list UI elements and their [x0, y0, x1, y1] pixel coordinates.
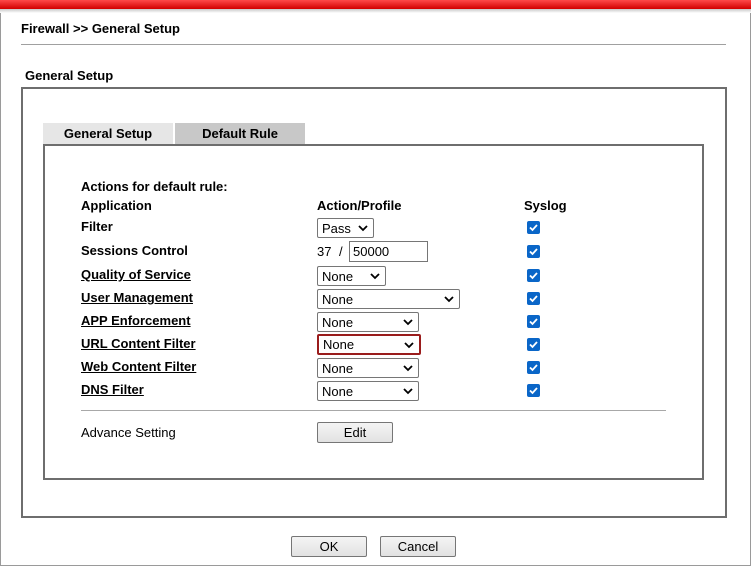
app-enforcement-select[interactable]: None: [317, 312, 419, 332]
sessions-separator: /: [339, 244, 343, 259]
tab-general-setup[interactable]: General Setup: [43, 123, 173, 144]
url-content-filter-link[interactable]: URL Content Filter: [81, 336, 196, 351]
web-content-filter-syslog-checkbox[interactable]: [527, 361, 540, 374]
chevron-down-icon: [404, 341, 414, 348]
user-management-syslog-checkbox[interactable]: [527, 292, 540, 305]
ok-button[interactable]: OK: [291, 536, 367, 557]
actions-heading: Actions for default rule:: [81, 179, 228, 194]
sessions-max-input[interactable]: 50000: [349, 241, 428, 262]
section-title: General Setup: [25, 68, 114, 83]
app-enforcement-syslog-checkbox[interactable]: [527, 315, 540, 328]
url-content-filter-select[interactable]: None: [317, 334, 421, 355]
check-icon: [529, 318, 538, 326]
sessions-control-label: Sessions Control: [81, 243, 188, 258]
app-enforcement-link[interactable]: APP Enforcement: [81, 313, 191, 328]
top-shadow: [0, 9, 751, 13]
qos-select[interactable]: None: [317, 266, 386, 286]
dns-filter-select-value: None: [322, 383, 354, 399]
filter-label: Filter: [81, 219, 113, 234]
breadcrumb: Firewall >> General Setup: [21, 21, 180, 36]
web-content-filter-select[interactable]: None: [317, 358, 419, 378]
column-syslog: Syslog: [524, 198, 567, 213]
chevron-down-icon: [403, 388, 413, 395]
chevron-down-icon: [444, 296, 454, 303]
advance-setting-label: Advance Setting: [81, 425, 176, 440]
column-action-profile: Action/Profile: [317, 198, 402, 213]
sessions-syslog-checkbox[interactable]: [527, 245, 540, 258]
check-icon: [529, 248, 538, 256]
check-icon: [529, 224, 538, 232]
filter-select[interactable]: Pass: [317, 218, 374, 238]
web-content-filter-link[interactable]: Web Content Filter: [81, 359, 196, 374]
chevron-down-icon: [403, 365, 413, 372]
breadcrumb-divider: [21, 44, 726, 45]
check-icon: [529, 272, 538, 280]
dns-filter-syslog-checkbox[interactable]: [527, 384, 540, 397]
qos-link[interactable]: Quality of Service: [81, 267, 191, 282]
dns-filter-select[interactable]: None: [317, 381, 419, 401]
filter-syslog-checkbox[interactable]: [527, 221, 540, 234]
check-icon: [529, 341, 538, 349]
sessions-max-value: 50000: [353, 244, 390, 259]
column-application: Application: [81, 198, 152, 213]
tab-default-rule[interactable]: Default Rule: [175, 123, 305, 144]
url-content-filter-select-value: None: [323, 337, 355, 352]
qos-select-value: None: [322, 268, 354, 284]
check-icon: [529, 295, 538, 303]
section-divider: [81, 410, 666, 411]
user-management-select[interactable]: None: [317, 289, 460, 309]
user-management-link[interactable]: User Management: [81, 290, 193, 305]
check-icon: [529, 364, 538, 372]
chevron-down-icon: [403, 319, 413, 326]
filter-select-value: Pass: [322, 220, 351, 236]
app-enforcement-select-value: None: [322, 314, 354, 330]
edit-button[interactable]: Edit: [317, 422, 393, 443]
check-icon: [529, 387, 538, 395]
web-content-filter-select-value: None: [322, 360, 354, 376]
cancel-button[interactable]: Cancel: [380, 536, 456, 557]
user-management-select-value: None: [322, 291, 354, 307]
top-accent-bar: [0, 0, 751, 9]
chevron-down-icon: [358, 225, 368, 232]
qos-syslog-checkbox[interactable]: [527, 269, 540, 282]
url-content-filter-syslog-checkbox[interactable]: [527, 338, 540, 351]
dns-filter-link[interactable]: DNS Filter: [81, 382, 144, 397]
chevron-down-icon: [370, 273, 380, 280]
sessions-current-count: 37: [317, 244, 332, 259]
